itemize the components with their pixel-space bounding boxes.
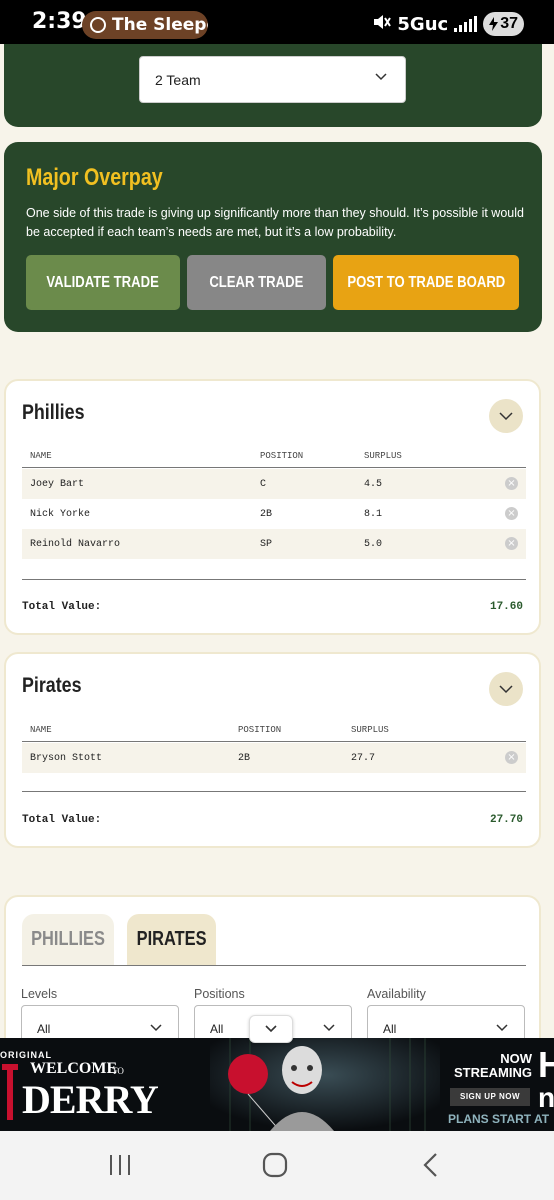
total-value: 17.60 <box>489 601 523 613</box>
player-surplus: 4.5 <box>364 479 383 490</box>
team-count-select[interactable]: 2 Team <box>139 56 406 103</box>
remove-player-icon[interactable]: × <box>505 751 518 764</box>
column-name: NAME <box>30 725 52 735</box>
trade-verdict-panel: Major Overpay One side of this trade is … <box>4 142 542 332</box>
table-row: Nick Yorke 2B 8.1 × <box>22 499 526 529</box>
ad-collapse-handle[interactable] <box>249 1015 293 1043</box>
table-header: NAME POSITION SURPLUS <box>22 716 526 742</box>
chevron-down-icon <box>150 1024 162 1032</box>
ad-original-label: ORIGINAL <box>0 1050 52 1060</box>
table-row: Joey Bart C 4.5 × <box>22 469 526 499</box>
battery-level: 37 <box>500 15 518 32</box>
post-to-trade-board-button[interactable]: POST TO TRADE BOARD <box>333 255 519 310</box>
notification-pill[interactable]: The Sleeper <box>82 11 208 39</box>
recents-icon <box>110 1155 130 1175</box>
collapse-button[interactable] <box>489 399 523 433</box>
chevron-down-icon <box>499 684 513 693</box>
player-position: C <box>260 479 267 490</box>
chevron-down-icon <box>265 1025 277 1033</box>
home-button[interactable] <box>255 1149 295 1181</box>
status-icons: 5Guc 37 <box>373 11 524 37</box>
levels-value: All <box>37 1022 51 1036</box>
ad-logo-mark <box>2 1064 18 1120</box>
status-bar: 2:39 The Sleeper 5Guc 37 <box>0 0 554 44</box>
chevron-down-icon <box>496 1024 508 1032</box>
column-name: NAME <box>30 451 52 461</box>
player-surplus: 5.0 <box>364 539 383 550</box>
table-row: Reinold Navarro SP 5.0 × <box>22 529 526 559</box>
recents-button[interactable] <box>100 1149 140 1181</box>
team-name: Phillies <box>22 401 85 424</box>
divider <box>22 791 526 792</box>
tab-pirates[interactable]: PIRATES <box>127 914 216 965</box>
chevron-down-icon <box>499 411 513 420</box>
verdict-message: One side of this trade is giving up sign… <box>26 206 524 239</box>
column-surplus: SURPLUS <box>364 451 402 461</box>
player-position: 2B <box>238 753 251 764</box>
filter-label-positions: Positions <box>194 987 245 1001</box>
player-name: Bryson Stott <box>30 753 103 764</box>
column-position: POSITION <box>238 725 282 735</box>
team-count-value: 2 Team <box>155 71 201 88</box>
ad-plans-text: PLANS START AT <box>448 1112 550 1126</box>
total-value-label: Total Value: <box>22 814 102 826</box>
team-card-phillies: Phillies NAME POSITION SURPLUS Joey Bart… <box>4 379 541 635</box>
ad-now-streaming: NOW STREAMING <box>454 1051 532 1080</box>
player-name: Joey Bart <box>30 479 85 490</box>
charging-icon <box>489 17 499 31</box>
notification-app-name: The Sleeper <box>112 15 208 35</box>
network-type: 5Guc <box>397 13 449 35</box>
tab-divider <box>22 965 526 966</box>
system-nav-bar <box>0 1131 554 1200</box>
total-value: 27.70 <box>489 814 523 826</box>
remove-player-icon[interactable]: × <box>505 537 518 550</box>
verdict-title: Major Overpay <box>26 164 163 191</box>
player-position: 2B <box>260 509 273 520</box>
remove-player-icon[interactable]: × <box>505 477 518 490</box>
status-time: 2:39 <box>32 9 87 34</box>
player-name: Nick Yorke <box>30 509 91 520</box>
team-name: Pirates <box>22 674 82 697</box>
signal-icon <box>454 16 478 32</box>
remove-player-icon[interactable]: × <box>505 507 518 520</box>
chevron-down-icon <box>375 73 387 81</box>
back-icon <box>423 1153 437 1177</box>
ad-brand-letter-n: n <box>538 1082 554 1113</box>
player-name: Reinold Navarro <box>30 539 121 550</box>
table-header: NAME POSITION SURPLUS <box>22 442 526 468</box>
filter-label-availability: Availability <box>367 987 426 1001</box>
player-surplus: 27.7 <box>351 753 376 764</box>
divider <box>22 579 526 580</box>
table-row: Bryson Stott 2B 27.7 × <box>22 743 526 773</box>
mute-icon <box>373 14 392 35</box>
ad-brand-letter-h: H <box>538 1044 554 1085</box>
clear-trade-button[interactable]: CLEAR TRADE <box>187 255 326 310</box>
availability-value: All <box>383 1022 397 1036</box>
home-icon <box>262 1152 288 1178</box>
battery-indicator: 37 <box>483 12 524 36</box>
column-position: POSITION <box>260 451 304 461</box>
filter-label-levels: Levels <box>21 987 58 1001</box>
ad-pennywise-image <box>210 1038 440 1131</box>
back-button[interactable] <box>410 1149 450 1181</box>
collapse-button[interactable] <box>489 672 523 706</box>
ad-to-text: TO <box>112 1066 124 1076</box>
player-surplus: 8.1 <box>364 509 383 520</box>
total-value-label: Total Value: <box>22 601 102 613</box>
tab-phillies[interactable]: PHILLIES <box>22 914 114 965</box>
ad-derry-text: DERRY <box>22 1077 159 1122</box>
team-card-pirates: Pirates NAME POSITION SURPLUS Bryson Sto… <box>4 652 541 848</box>
ad-banner[interactable]: ORIGINAL WELCOME TO DERRY NOW STREAMING … <box>0 1038 554 1131</box>
chevron-down-icon <box>323 1024 335 1032</box>
validate-trade-button[interactable]: VALIDATE TRADE <box>26 255 180 310</box>
positions-value: All <box>210 1022 224 1036</box>
player-position: SP <box>260 539 273 550</box>
column-surplus: SURPLUS <box>351 725 389 735</box>
ad-signup-button[interactable]: SIGN UP NOW <box>450 1088 530 1106</box>
app-notification-icon <box>90 17 106 33</box>
